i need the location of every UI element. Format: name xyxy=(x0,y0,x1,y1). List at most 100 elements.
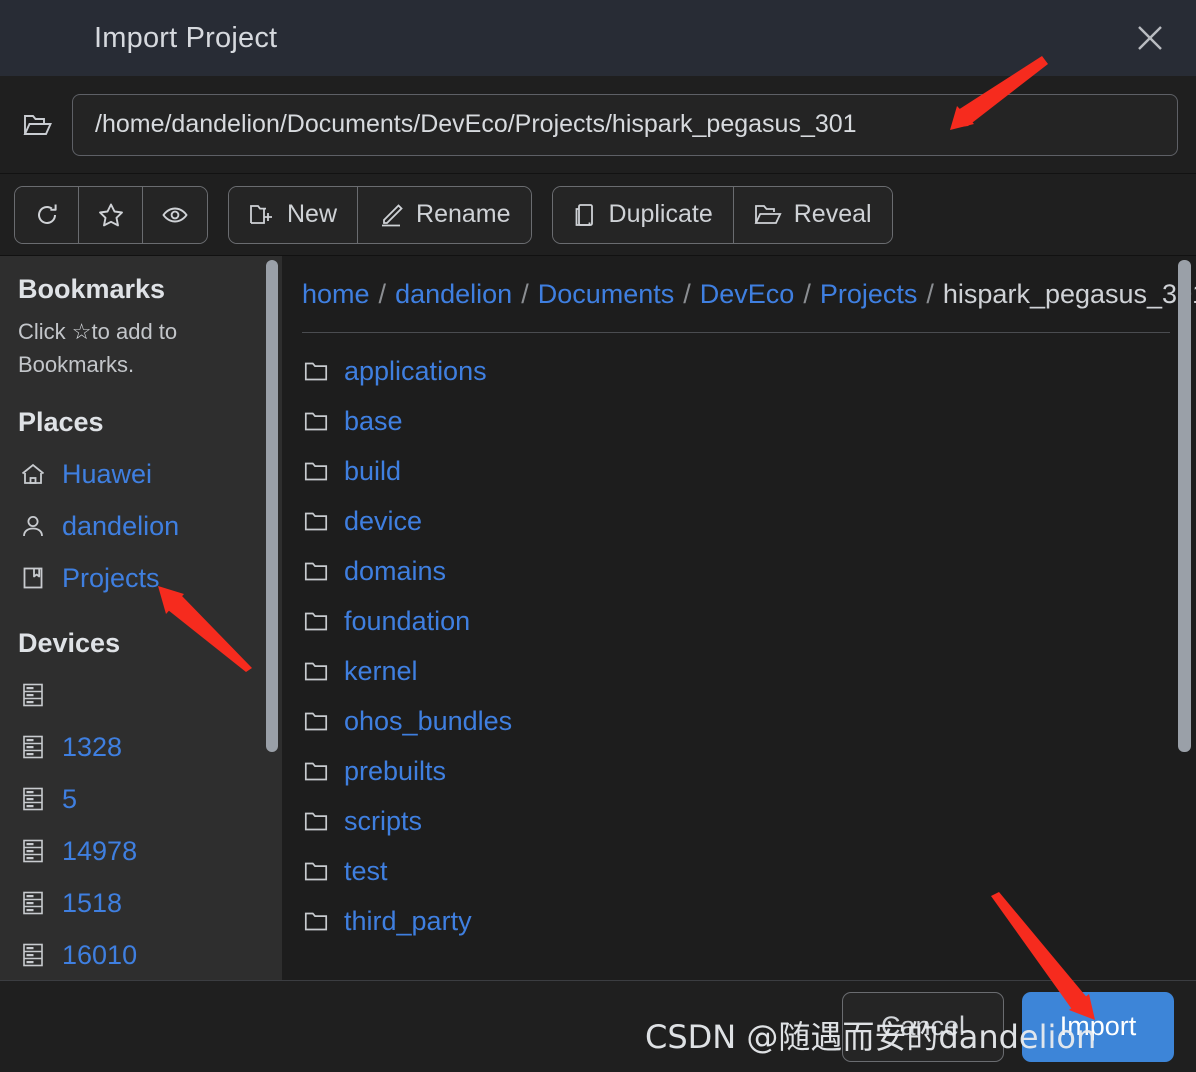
devices-heading: Devices xyxy=(18,628,121,658)
breadcrumb-separator: / xyxy=(683,279,691,309)
import-button[interactable]: Import xyxy=(1022,991,1174,1062)
breadcrumb-separator: / xyxy=(521,279,529,309)
new-button[interactable]: New xyxy=(229,186,359,243)
list-item-label: third_party xyxy=(344,906,472,937)
breadcrumb: home / dandelion / Documents / DevEco / Projects… xyxy=(302,274,1196,333)
home-icon xyxy=(18,462,48,486)
user-icon xyxy=(18,514,48,538)
breadcrumb-item-home[interactable]: home xyxy=(302,279,370,309)
reveal-button-label: Reveal xyxy=(793,200,872,228)
bookmark-button[interactable] xyxy=(79,186,143,243)
open-folder-icon xyxy=(18,112,58,138)
sidebar-item-huawei-label: Huawei xyxy=(62,458,153,489)
pencil-icon xyxy=(378,203,404,227)
list-item-label: device xyxy=(344,506,423,537)
star-icon: ☆ xyxy=(71,319,92,344)
rename-button[interactable]: Rename xyxy=(358,186,531,243)
sidebar-item-projects[interactable]: Projects xyxy=(18,552,282,604)
rename-button-label: Rename xyxy=(416,200,511,228)
sidebar-device-16010[interactable]: 16010 xyxy=(18,929,282,980)
dialog-title: Import Project xyxy=(94,21,278,54)
sidebar-device-5[interactable]: 5 xyxy=(18,773,282,825)
list-item-label: prebuilts xyxy=(344,756,447,787)
sidebar-item-dandelion-label: dandelion xyxy=(62,510,180,541)
sidebar: Bookmarks Click ☆to add to Bookmarks. Pl… xyxy=(0,256,282,980)
show-hidden-button[interactable] xyxy=(143,186,207,243)
list-item-label: applications xyxy=(344,356,487,387)
drive-icon xyxy=(18,838,48,864)
drive-icon xyxy=(18,786,48,812)
folder-icon xyxy=(302,561,330,582)
list-item[interactable]: ohos_bundles xyxy=(302,697,1196,747)
sidebar-device-1518[interactable]: 1518 xyxy=(18,877,282,929)
list-item-label: build xyxy=(344,456,402,487)
folder-icon xyxy=(302,511,330,532)
list-item[interactable]: scripts xyxy=(302,797,1196,847)
toolbar-edit-group: New Rename xyxy=(228,185,532,244)
list-item-label: ohos_bundles xyxy=(344,706,513,737)
sidebar-item-projects-label: Projects xyxy=(62,562,160,593)
breadcrumb-separator: / xyxy=(926,279,934,309)
sidebar-device-5-label: 5 xyxy=(62,783,78,814)
folder-icon xyxy=(302,911,330,932)
list-item-label: kernel xyxy=(344,656,418,687)
breadcrumb-separator: / xyxy=(803,279,811,309)
list-item[interactable]: prebuilts xyxy=(302,747,1196,797)
toolbar-file-group: Duplicate Reveal xyxy=(551,185,893,244)
cancel-button[interactable]: Cancel xyxy=(842,991,1004,1062)
list-item[interactable]: build xyxy=(302,447,1196,497)
list-item-label: base xyxy=(344,406,403,437)
duplicate-button-label: Duplicate xyxy=(608,200,713,228)
breadcrumb-separator: / xyxy=(378,279,387,309)
list-item[interactable]: applications xyxy=(302,347,1196,397)
list-item[interactable]: device xyxy=(302,497,1196,547)
refresh-button[interactable] xyxy=(15,186,79,243)
drive-icon xyxy=(18,890,48,916)
file-list: applications base build device domains f… xyxy=(302,347,1196,947)
sidebar-item-huawei[interactable]: Huawei xyxy=(18,448,282,500)
sidebar-device-1328[interactable]: 1328 xyxy=(18,721,282,773)
list-item[interactable]: kernel xyxy=(302,647,1196,697)
dialog-body: Bookmarks Click ☆to add to Bookmarks. Pl… xyxy=(0,256,1196,980)
sidebar-device-0[interactable] xyxy=(18,669,282,721)
list-item[interactable]: third_party xyxy=(302,897,1196,947)
copy-icon xyxy=(573,202,597,228)
folder-icon xyxy=(302,661,330,682)
folder-icon xyxy=(302,711,330,732)
folder-icon xyxy=(302,761,330,782)
sidebar-device-14978-label: 14978 xyxy=(62,835,138,866)
breadcrumb-item-dandelion[interactable]: dandelion xyxy=(395,279,512,309)
sidebar-scrollbar[interactable] xyxy=(266,260,278,752)
list-item-label: scripts xyxy=(344,806,423,837)
toolbar-icon-group xyxy=(14,185,208,244)
list-item[interactable]: base xyxy=(302,397,1196,447)
list-item[interactable]: foundation xyxy=(302,597,1196,647)
folder-icon xyxy=(302,611,330,632)
sidebar-item-dandelion[interactable]: dandelion xyxy=(18,500,282,552)
list-item[interactable]: test xyxy=(302,847,1196,897)
folder-icon xyxy=(302,411,330,432)
places-heading: Places xyxy=(18,407,104,437)
path-row xyxy=(0,76,1196,174)
breadcrumb-item-documents[interactable]: Documents xyxy=(538,279,675,309)
list-item[interactable]: domains xyxy=(302,547,1196,597)
list-item-label: test xyxy=(344,856,388,887)
close-icon[interactable] xyxy=(1126,14,1174,62)
breadcrumb-item-projects[interactable]: Projects xyxy=(820,279,918,309)
sidebar-device-1518-label: 1518 xyxy=(62,887,123,918)
folder-icon xyxy=(302,461,330,482)
bookmarks-hint: Click ☆to add to Bookmarks. xyxy=(18,315,258,381)
new-button-label: New xyxy=(287,200,338,228)
duplicate-button[interactable]: Duplicate xyxy=(552,186,734,243)
breadcrumb-item-deveco[interactable]: DevEco xyxy=(700,279,795,309)
book-icon xyxy=(18,566,48,590)
reveal-button[interactable]: Reveal xyxy=(733,186,892,243)
folder-icon xyxy=(302,811,330,832)
titlebar: Import Project xyxy=(0,0,1196,76)
file-pane-scrollbar[interactable] xyxy=(1178,260,1191,752)
sidebar-device-14978[interactable]: 14978 xyxy=(18,825,282,877)
folder-icon xyxy=(302,361,330,382)
path-input[interactable] xyxy=(72,93,1178,156)
folder-icon xyxy=(754,203,782,227)
bookmarks-heading: Bookmarks xyxy=(18,274,166,304)
